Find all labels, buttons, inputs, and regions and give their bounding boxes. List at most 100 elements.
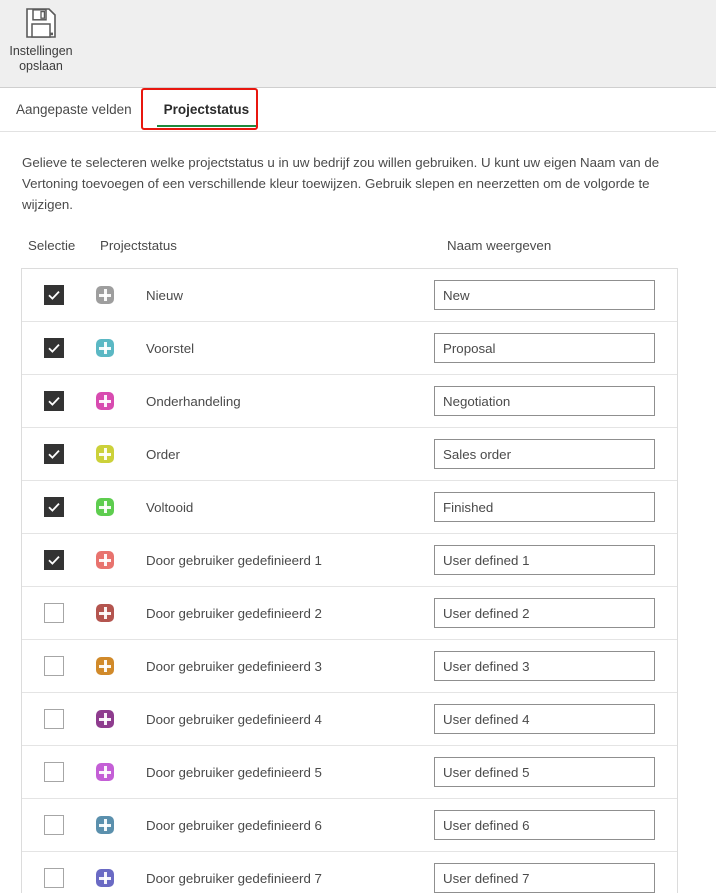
status-color-swatch-icon[interactable] — [96, 339, 114, 357]
status-label: Onderhandeling — [124, 394, 434, 409]
display-name-input[interactable] — [434, 704, 655, 734]
color-cell — [86, 816, 124, 834]
display-name-input[interactable] — [434, 651, 655, 681]
color-cell — [86, 498, 124, 516]
display-name-input[interactable] — [434, 439, 655, 469]
save-settings-button[interactable]: Instellingen opslaan — [6, 2, 76, 74]
selection-checkbox[interactable] — [44, 497, 64, 517]
color-cell — [86, 392, 124, 410]
color-cell — [86, 763, 124, 781]
display-name-input[interactable] — [434, 810, 655, 840]
status-color-swatch-icon[interactable] — [96, 657, 114, 675]
selection-cell — [22, 709, 86, 729]
selection-cell — [22, 550, 86, 570]
display-name-input[interactable] — [434, 863, 655, 893]
page-description: Gelieve te selecteren welke projectstatu… — [22, 152, 677, 215]
table-row[interactable]: Door gebruiker gedefinieerd 3 — [22, 640, 677, 693]
display-name-input[interactable] — [434, 280, 655, 310]
table-row[interactable]: Door gebruiker gedefinieerd 6 — [22, 799, 677, 852]
color-cell — [86, 339, 124, 357]
selection-checkbox[interactable] — [44, 603, 64, 623]
table-row[interactable]: Order — [22, 428, 677, 481]
plus-icon — [96, 286, 114, 304]
save-settings-label-line2: opslaan — [6, 59, 76, 74]
table-row[interactable]: Door gebruiker gedefinieerd 1 — [22, 534, 677, 587]
status-color-swatch-icon[interactable] — [96, 710, 114, 728]
table-column-headers: Selectie Projectstatus Naam weergeven — [0, 238, 716, 259]
plus-icon — [96, 392, 114, 410]
display-name-input[interactable] — [434, 492, 655, 522]
display-name-cell — [434, 333, 677, 363]
selection-cell — [22, 285, 86, 305]
status-color-swatch-icon[interactable] — [96, 604, 114, 622]
table-row[interactable]: Door gebruiker gedefinieerd 4 — [22, 693, 677, 746]
table-row[interactable]: Door gebruiker gedefinieerd 5 — [22, 746, 677, 799]
column-header-status: Projectstatus — [100, 238, 177, 253]
display-name-input[interactable] — [434, 757, 655, 787]
status-color-swatch-icon[interactable] — [96, 498, 114, 516]
display-name-cell — [434, 439, 677, 469]
selection-checkbox[interactable] — [44, 815, 64, 835]
table-row[interactable]: Door gebruiker gedefinieerd 2 — [22, 587, 677, 640]
status-label: Door gebruiker gedefinieerd 1 — [124, 553, 434, 568]
display-name-input[interactable] — [434, 545, 655, 575]
plus-icon — [96, 498, 114, 516]
selection-checkbox[interactable] — [44, 550, 64, 570]
table-row[interactable]: Onderhandeling — [22, 375, 677, 428]
color-cell — [86, 604, 124, 622]
selection-checkbox[interactable] — [44, 285, 64, 305]
tab-projectstatus[interactable]: Projectstatus — [148, 88, 266, 131]
selection-cell — [22, 444, 86, 464]
color-cell — [86, 869, 124, 887]
selection-checkbox[interactable] — [44, 444, 64, 464]
status-color-swatch-icon[interactable] — [96, 445, 114, 463]
display-name-cell — [434, 651, 677, 681]
selection-checkbox[interactable] — [44, 868, 64, 888]
save-settings-label-line1: Instellingen — [6, 44, 76, 59]
plus-icon — [96, 604, 114, 622]
selection-checkbox[interactable] — [44, 709, 64, 729]
toolbar: Instellingen opslaan — [0, 0, 716, 88]
table-row[interactable]: Door gebruiker gedefinieerd 7 — [22, 852, 677, 893]
display-name-input[interactable] — [434, 333, 655, 363]
column-header-display-name: Naam weergeven — [447, 238, 551, 253]
status-color-swatch-icon[interactable] — [96, 286, 114, 304]
display-name-cell — [434, 386, 677, 416]
plus-icon — [96, 869, 114, 887]
selection-cell — [22, 762, 86, 782]
plus-icon — [96, 551, 114, 569]
status-label: Door gebruiker gedefinieerd 4 — [124, 712, 434, 727]
selection-cell — [22, 338, 86, 358]
selection-checkbox[interactable] — [44, 762, 64, 782]
display-name-cell — [434, 810, 677, 840]
status-color-swatch-icon[interactable] — [96, 816, 114, 834]
display-name-input[interactable] — [434, 386, 655, 416]
plus-icon — [96, 816, 114, 834]
status-color-swatch-icon[interactable] — [96, 763, 114, 781]
display-name-cell — [434, 545, 677, 575]
plus-icon — [96, 445, 114, 463]
table-row[interactable]: Nieuw — [22, 269, 677, 322]
table-row[interactable]: Voltooid — [22, 481, 677, 534]
status-color-swatch-icon[interactable] — [96, 551, 114, 569]
selection-checkbox[interactable] — [44, 656, 64, 676]
tab-aangepaste-velden[interactable]: Aangepaste velden — [0, 88, 148, 131]
display-name-cell — [434, 863, 677, 893]
selection-checkbox[interactable] — [44, 391, 64, 411]
status-label: Voorstel — [124, 341, 434, 356]
status-label: Door gebruiker gedefinieerd 7 — [124, 871, 434, 886]
plus-icon — [96, 763, 114, 781]
status-color-swatch-icon[interactable] — [96, 392, 114, 410]
selection-checkbox[interactable] — [44, 338, 64, 358]
plus-icon — [96, 657, 114, 675]
display-name-input[interactable] — [434, 598, 655, 628]
table-row[interactable]: Voorstel — [22, 322, 677, 375]
color-cell — [86, 551, 124, 569]
color-cell — [86, 657, 124, 675]
status-color-swatch-icon[interactable] — [96, 869, 114, 887]
selection-cell — [22, 603, 86, 623]
status-label: Door gebruiker gedefinieerd 3 — [124, 659, 434, 674]
display-name-cell — [434, 704, 677, 734]
display-name-cell — [434, 598, 677, 628]
display-name-cell — [434, 757, 677, 787]
